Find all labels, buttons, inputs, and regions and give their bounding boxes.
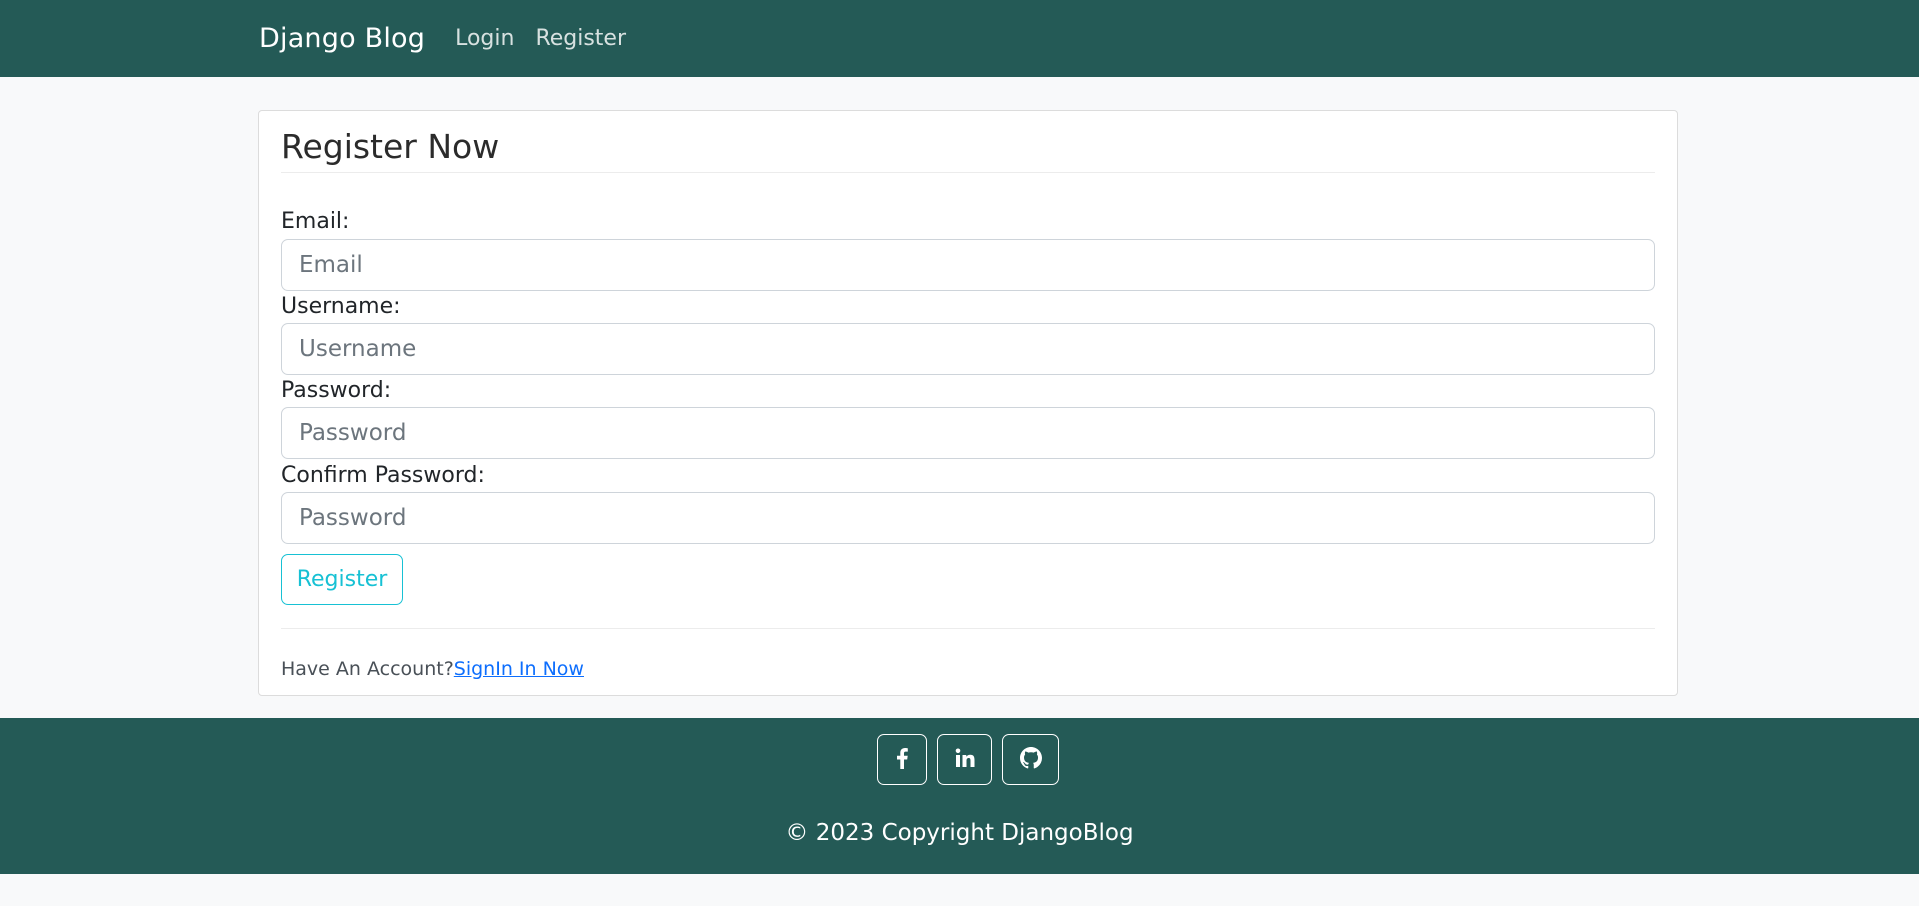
nav-link-login[interactable]: Login	[455, 26, 514, 51]
password-field[interactable]	[281, 407, 1655, 459]
title-divider	[281, 172, 1655, 173]
username-field[interactable]	[281, 323, 1655, 375]
account-prompt-text: Have An Account?	[281, 658, 454, 680]
email-label: Email:	[281, 209, 350, 234]
linkedin-button[interactable]	[937, 734, 992, 785]
navbar: Django Blog Login Register	[0, 0, 1919, 77]
navbar-inner: Django Blog Login Register	[259, 0, 647, 77]
password-label: Password:	[281, 378, 392, 403]
github-icon	[1019, 746, 1042, 773]
account-prompt: Have An Account?SignIn In Now	[281, 658, 584, 680]
nav-link-register[interactable]: Register	[535, 26, 626, 51]
copyright-text: © 2023 Copyright DjangoBlog	[785, 820, 1134, 846]
confirm-password-label: Confirm Password:	[281, 463, 485, 488]
confirm-password-field[interactable]	[281, 492, 1655, 544]
facebook-button[interactable]	[877, 734, 927, 785]
register-card: Register Now Email: Username: Password: …	[258, 110, 1678, 696]
facebook-icon	[895, 747, 909, 773]
form-divider	[281, 628, 1655, 629]
username-label: Username:	[281, 294, 401, 319]
email-field[interactable]	[281, 239, 1655, 291]
signin-link[interactable]: SignIn In Now	[454, 658, 584, 680]
linkedin-icon	[955, 748, 975, 772]
page-title: Register Now	[281, 127, 500, 166]
brand-link[interactable]: Django Blog	[259, 23, 425, 54]
register-button[interactable]: Register	[281, 554, 403, 605]
footer: © 2023 Copyright DjangoBlog	[0, 718, 1919, 874]
github-button[interactable]	[1002, 734, 1059, 785]
